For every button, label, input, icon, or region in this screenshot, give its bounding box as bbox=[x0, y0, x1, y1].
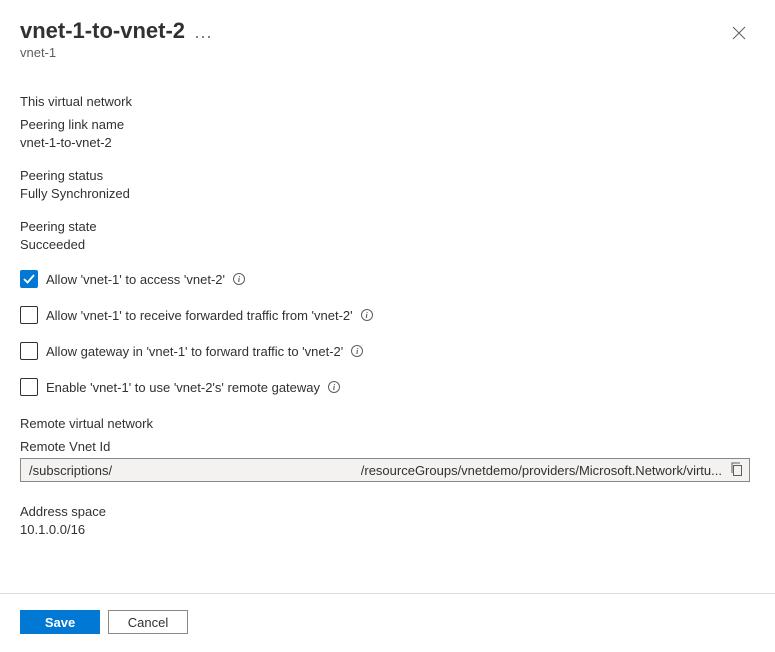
allow-access-checkbox[interactable] bbox=[20, 270, 38, 288]
remote-vnet-id-label: Remote Vnet Id bbox=[20, 439, 755, 454]
enable-remote-gateway-label: Enable 'vnet-1' to use 'vnet-2's' remote… bbox=[46, 380, 320, 395]
address-space-label: Address space bbox=[20, 504, 755, 519]
peering-state-label: Peering state bbox=[20, 219, 755, 234]
info-icon[interactable]: i bbox=[328, 381, 340, 393]
address-space-value: 10.1.0.0/16 bbox=[20, 522, 755, 537]
peering-status-label: Peering status bbox=[20, 168, 755, 183]
remote-network-heading: Remote virtual network bbox=[20, 416, 755, 431]
page-title: vnet-1-to-vnet-2 bbox=[20, 18, 185, 44]
allow-access-row: Allow 'vnet-1' to access 'vnet-2' i bbox=[20, 270, 755, 288]
peering-status-value: Fully Synchronized bbox=[20, 186, 755, 201]
enable-remote-gateway-row: Enable 'vnet-1' to use 'vnet-2's' remote… bbox=[20, 378, 755, 396]
allow-forwarded-row: Allow 'vnet-1' to receive forwarded traf… bbox=[20, 306, 755, 324]
this-network-heading: This virtual network bbox=[20, 94, 755, 109]
allow-gateway-row: Allow gateway in 'vnet-1' to forward tra… bbox=[20, 342, 755, 360]
remote-vnet-id-right: /resourceGroups/vnetdemo/providers/Micro… bbox=[361, 463, 722, 478]
info-icon[interactable]: i bbox=[361, 309, 373, 321]
allow-gateway-label: Allow gateway in 'vnet-1' to forward tra… bbox=[46, 344, 343, 359]
info-icon[interactable]: i bbox=[351, 345, 363, 357]
page-subtitle: vnet-1 bbox=[20, 45, 211, 60]
save-button[interactable]: Save bbox=[20, 610, 100, 634]
peering-link-name-value: vnet-1-to-vnet-2 bbox=[20, 135, 755, 150]
close-icon bbox=[732, 26, 746, 40]
check-icon bbox=[23, 273, 35, 285]
remote-vnet-id-left: /subscriptions/ bbox=[29, 463, 112, 478]
allow-access-label: Allow 'vnet-1' to access 'vnet-2' bbox=[46, 272, 225, 287]
enable-remote-gateway-checkbox[interactable] bbox=[20, 378, 38, 396]
allow-gateway-checkbox[interactable] bbox=[20, 342, 38, 360]
copy-icon[interactable] bbox=[730, 462, 743, 479]
peering-state-value: Succeeded bbox=[20, 237, 755, 252]
allow-forwarded-checkbox[interactable] bbox=[20, 306, 38, 324]
info-icon[interactable]: i bbox=[233, 273, 245, 285]
separator bbox=[0, 593, 775, 594]
remote-vnet-id-field: /subscriptions/ /resourceGroups/vnetdemo… bbox=[20, 458, 750, 482]
close-button[interactable] bbox=[723, 18, 755, 50]
more-actions-icon[interactable] bbox=[195, 26, 211, 42]
peering-link-name-label: Peering link name bbox=[20, 117, 755, 132]
allow-forwarded-label: Allow 'vnet-1' to receive forwarded traf… bbox=[46, 308, 353, 323]
cancel-button[interactable]: Cancel bbox=[108, 610, 188, 634]
